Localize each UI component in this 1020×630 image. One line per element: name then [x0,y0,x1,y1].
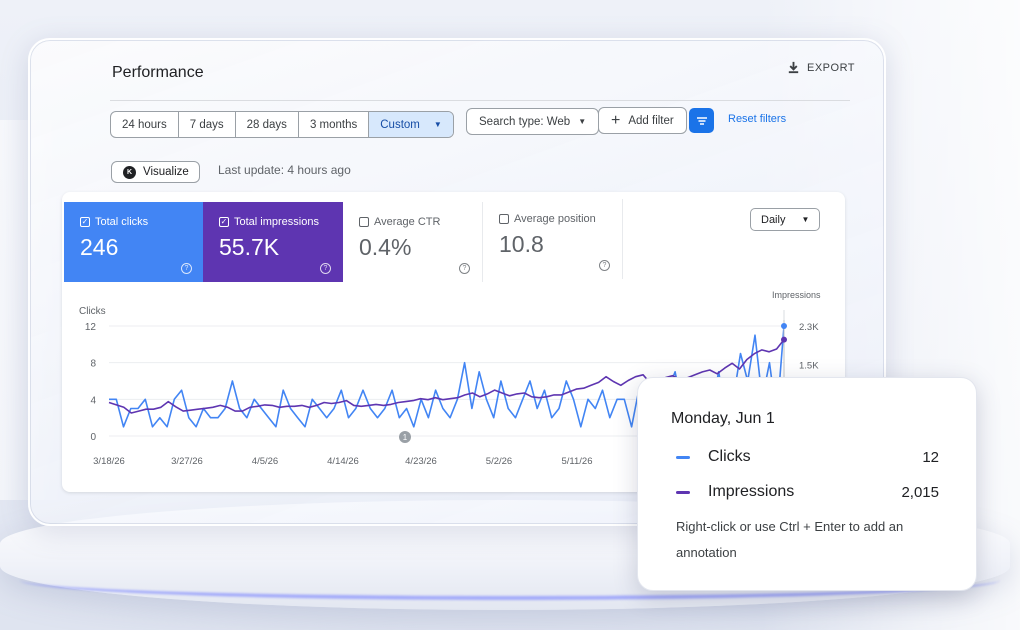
visualize-logo-icon: K [123,165,136,179]
granularity-label: Daily [761,213,786,226]
tooltip-row-clicks: Clicks 12 [676,448,939,466]
right-tick-label: 2.3K [799,322,819,333]
header-divider [110,100,850,101]
right-tick-label: 1.5K [799,360,819,371]
x-tick-label: 5/2/26 [486,456,512,467]
checkbox-unchecked-icon[interactable] [359,217,369,227]
metric-average-ctr[interactable]: Average CTR 0.4% ? [343,202,483,282]
caret-down-icon: ▼ [433,120,442,129]
metric-value: 246 [80,234,119,260]
chart-tooltip: Monday, Jun 1 Clicks 12 Impressions 2,01… [637,377,977,591]
search-type-label: Search type: Web [479,115,571,128]
annotation-marker-label: 1 [403,433,408,442]
tooltip-date: Monday, Jun 1 [671,410,775,427]
filter-list-icon [696,116,707,125]
tooltip-row-label: Impressions [708,483,795,500]
date-option-custom[interactable]: Custom ▼ [369,112,453,137]
filter-options-button[interactable] [689,108,714,133]
date-option-24-hours[interactable]: 24 hours [111,112,179,137]
metric-value: 10.8 [499,231,544,257]
plus-icon: + [611,111,621,129]
download-icon [788,61,799,74]
left-tick-label: 12 [85,322,97,333]
export-label: EXPORT [807,61,856,74]
help-icon[interactable]: ? [459,263,470,274]
tooltip-row-impressions: Impressions 2,015 [676,483,939,501]
hover-point-impressions [781,336,787,343]
add-filter-button[interactable]: + Add filter [598,107,687,134]
reset-filters-link[interactable]: Reset filters [728,113,786,125]
checkbox-checked-icon[interactable]: ✓ [219,217,229,227]
export-button[interactable]: EXPORT [786,60,855,75]
left-axis-title: Clicks [79,306,106,317]
hover-point-clicks [781,323,787,329]
metric-total-clicks[interactable]: ✓ Total clicks 246 ? [64,202,204,282]
right-axis-title: Impressions [772,290,821,300]
help-icon[interactable]: ? [320,263,331,274]
metric-label: Total clicks [95,216,149,228]
metric-label: Average CTR [374,216,441,228]
date-option-28-days[interactable]: 28 days [236,112,299,137]
metric-label: Total impressions [234,216,319,228]
x-tick-label: 4/23/26 [405,456,437,467]
custom-label: Custom [380,118,420,131]
page-title: Performance [112,64,204,81]
checkbox-unchecked-icon[interactable] [499,214,509,224]
help-icon[interactable]: ? [599,260,610,271]
series-color-swatch [676,490,690,494]
left-tick-label: 0 [90,432,96,443]
x-tick-label: 5/11/26 [562,456,593,467]
checkbox-checked-icon[interactable]: ✓ [80,217,90,227]
date-option-7-days[interactable]: 7 days [179,112,236,137]
help-icon[interactable]: ? [181,263,192,274]
visualize-label: Visualize [143,166,189,178]
add-filter-label: Add filter [628,114,674,127]
date-option-3-months[interactable]: 3 months [299,112,370,137]
tooltip-row-value: 2,015 [901,483,939,501]
metric-value: 0.4% [359,234,412,260]
x-tick-label: 3/18/26 [93,456,125,467]
tooltip-hint: Right-click or use Ctrl + Enter to add a… [676,519,904,560]
x-tick-label: 3/27/26 [171,456,203,467]
caret-down-icon: ▼ [578,117,587,126]
metric-average-position[interactable]: Average position 10.8 ? [483,199,623,279]
tooltip-row-label: Clicks [708,448,751,465]
metric-total-impressions[interactable]: ✓ Total impressions 55.7K ? [203,202,343,282]
granularity-dropdown[interactable]: Daily ▼ [750,208,821,231]
search-type-dropdown[interactable]: Search type: Web ▼ [466,108,600,135]
series-color-swatch [676,455,690,459]
caret-down-icon: ▼ [801,215,810,224]
x-tick-label: 4/5/26 [252,456,278,467]
left-tick-label: 8 [90,359,96,370]
metric-label: Average position [514,213,596,225]
tooltip-row-value: 12 [922,448,939,466]
left-tick-label: 4 [90,395,96,406]
last-update-text: Last update: 4 hours ago [218,163,351,177]
visualize-button[interactable]: K Visualize [111,161,200,183]
x-tick-label: 4/14/26 [327,456,359,467]
metric-value: 55.7K [219,234,280,260]
date-range-selector: 24 hours 7 days 28 days 3 months Custom … [110,111,454,138]
